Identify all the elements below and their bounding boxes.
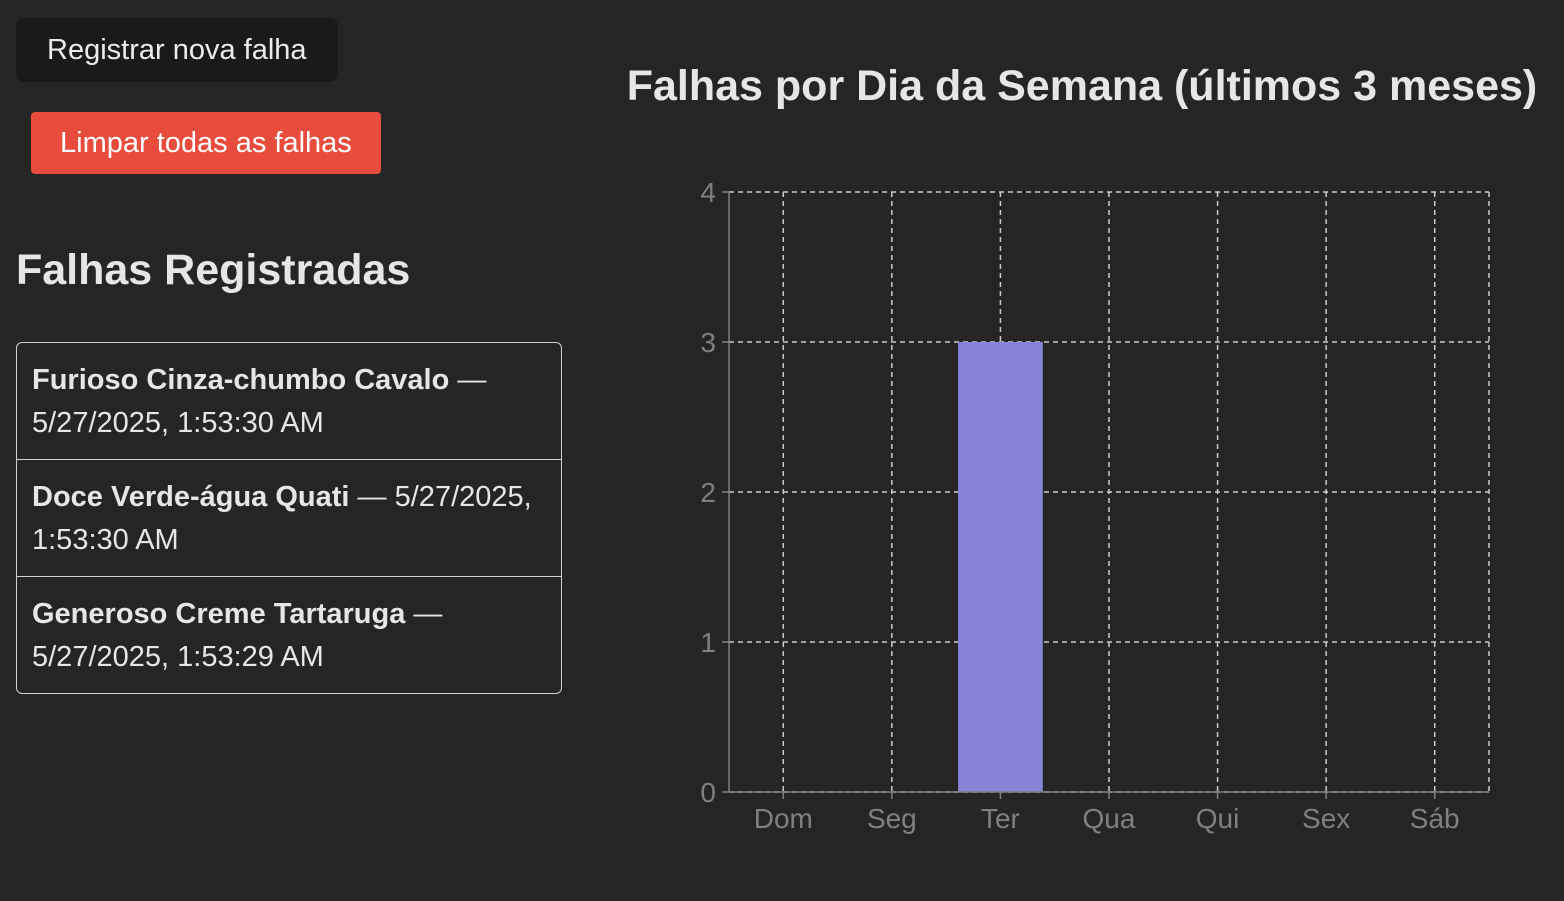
list-item: Doce Verde-água Quati — 5/27/2025, 1:53:… (17, 460, 561, 577)
x-tick-label: Seg (867, 803, 917, 834)
failure-timestamp: 5/27/2025, 1:53:30 AM (32, 407, 324, 439)
y-tick-label: 3 (700, 327, 716, 358)
failures-list-title: Falhas Registradas (16, 246, 411, 294)
x-tick-label: Sáb (1410, 803, 1460, 834)
list-item: Furioso Cinza-chumbo Cavalo — 5/27/2025,… (17, 343, 561, 460)
chart-title: Falhas por Dia da Semana (últimos 3 mese… (626, 62, 1538, 110)
failure-name: Furioso Cinza-chumbo Cavalo (32, 364, 450, 396)
register-failure-button[interactable]: Registrar nova falha (16, 18, 338, 82)
y-tick-label: 2 (700, 477, 716, 508)
x-tick-label: Qua (1083, 803, 1136, 834)
x-tick-label: Ter (981, 803, 1020, 834)
separator: — (405, 598, 443, 630)
separator: — (449, 364, 487, 396)
failure-name: Generoso Creme Tartaruga (32, 598, 406, 630)
failures-by-weekday-chart: 0 1 2 3 4 Dom Seg Ter Qua Qui Sex Sáb (700, 177, 1490, 834)
x-tick-label: Dom (754, 803, 813, 834)
clear-all-failures-button[interactable]: Limpar todas as falhas (31, 112, 381, 174)
failure-name: Doce Verde-água Quati (32, 481, 350, 513)
failures-list: Furioso Cinza-chumbo Cavalo — 5/27/2025,… (16, 342, 562, 694)
y-tick-label: 4 (700, 177, 716, 208)
x-tick-label: Sex (1302, 803, 1350, 834)
separator: — (349, 481, 395, 513)
y-tick-label: 1 (700, 627, 716, 658)
x-tick-label: Qui (1196, 803, 1240, 834)
bar-Ter (958, 342, 1043, 792)
left-panel: Registrar nova falha Limpar todas as fal… (16, 18, 562, 694)
y-tick-label: 0 (700, 777, 716, 808)
failure-timestamp: 5/27/2025, 1:53:29 AM (32, 641, 324, 673)
list-item: Generoso Creme Tartaruga — 5/27/2025, 1:… (17, 577, 561, 693)
